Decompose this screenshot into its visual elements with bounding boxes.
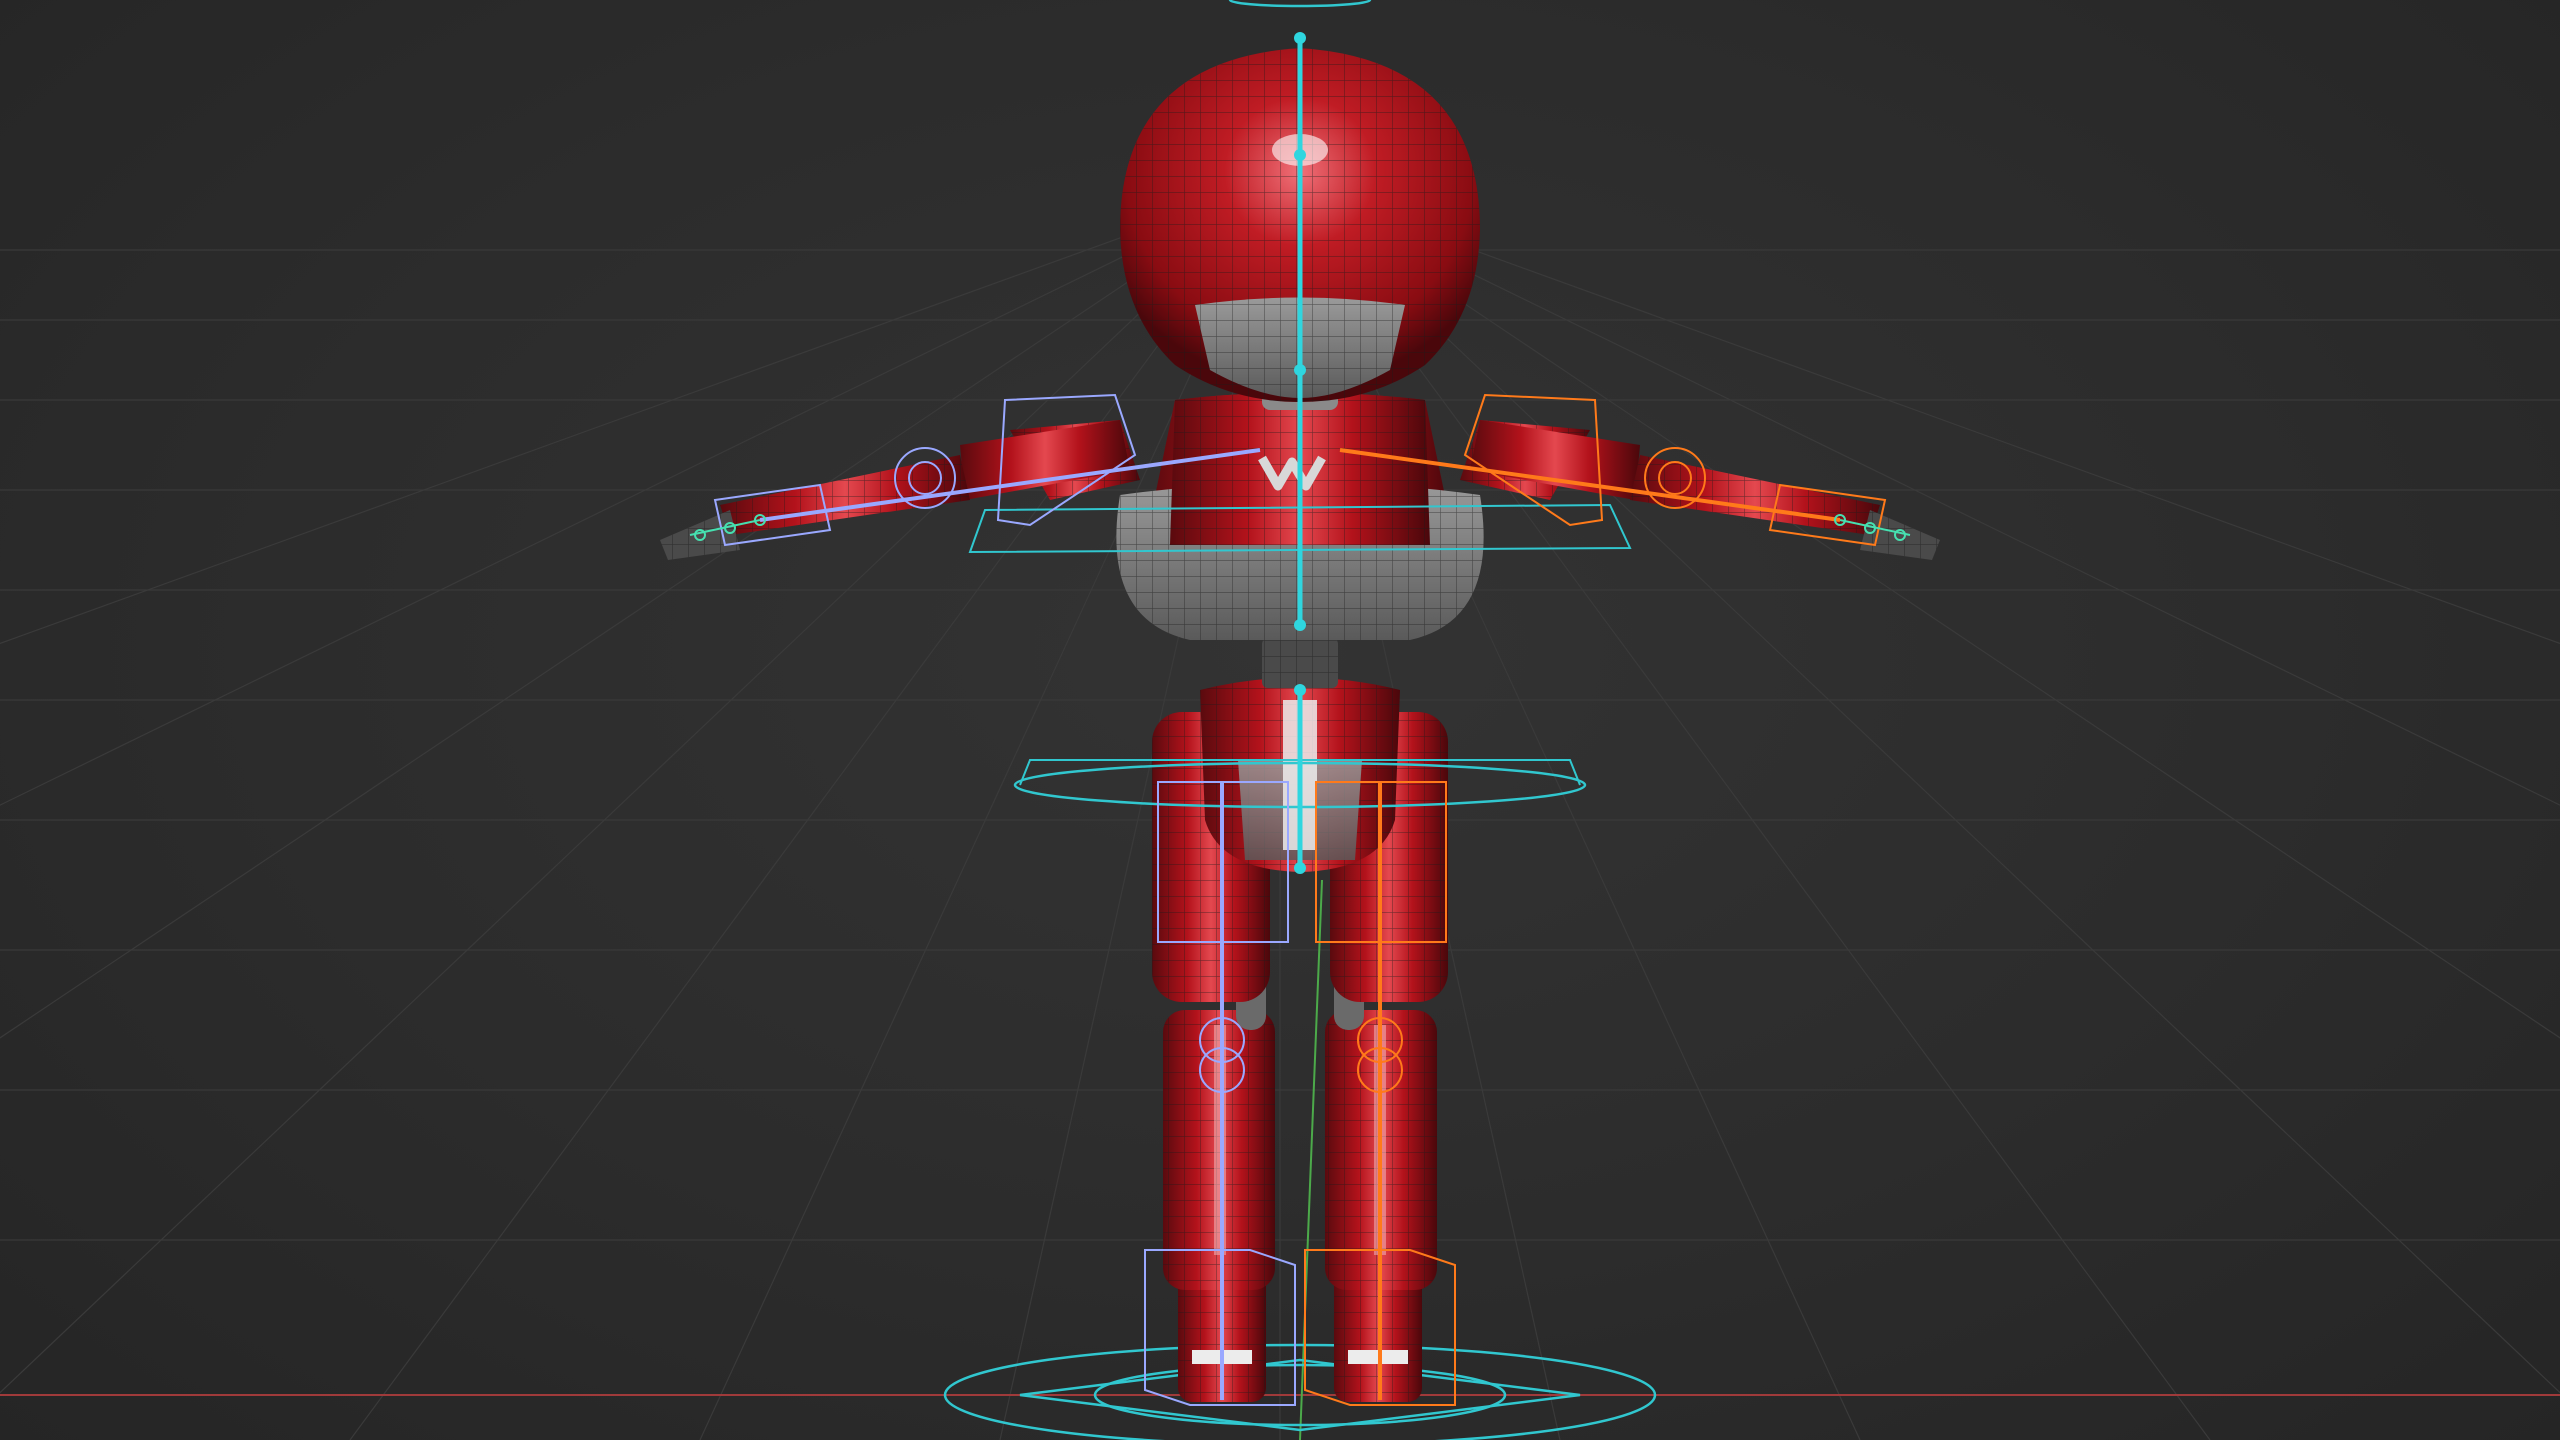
- y-axis-line: [1299, 879, 1323, 1440]
- viewport-scene[interactable]: [0, 0, 2560, 1440]
- left-lower-leg[interactable]: [1163, 1010, 1275, 1290]
- rig-overlay: [689, 0, 1911, 1406]
- 3d-viewport[interactable]: [0, 0, 2560, 1440]
- root-control[interactable]: [943, 1343, 1657, 1440]
